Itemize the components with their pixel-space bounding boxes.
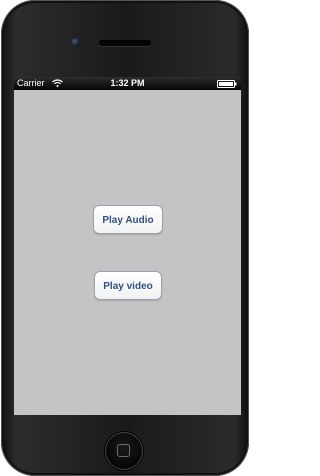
status-time: 1:32 PM — [110, 78, 145, 88]
home-button[interactable] — [105, 432, 143, 470]
phone-frame: Carrier 1:32 PM Play Audio Play video — [1, 0, 249, 476]
home-square-icon — [117, 444, 130, 457]
app-screen: Carrier 1:32 PM Play Audio Play video — [14, 77, 241, 415]
battery-icon — [217, 80, 237, 88]
front-camera — [71, 38, 80, 47]
earpiece-speaker — [99, 40, 151, 46]
status-bar: Carrier 1:32 PM — [14, 77, 241, 90]
play-video-button[interactable]: Play video — [94, 271, 162, 300]
play-audio-button[interactable]: Play Audio — [93, 205, 163, 234]
